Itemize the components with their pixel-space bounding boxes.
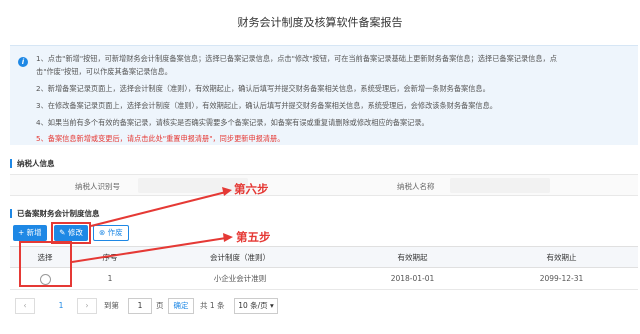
page-unit-label: 页 <box>156 301 164 310</box>
goto-page-input[interactable]: 1 <box>128 298 152 314</box>
goto-label: 到第 <box>104 301 119 310</box>
taxpayer-id-label: 纳税人识别号 <box>75 182 120 191</box>
records-section-title: 已备案财务会计制度信息 <box>10 209 100 218</box>
table-row[interactable]: 1 小企业会计准则 2018-01-01 2099-12-31 <box>10 268 638 290</box>
col-seq: 序号 <box>102 253 118 262</box>
row-seq: 1 <box>107 274 113 283</box>
table-header: 选择 序号 会计制度（准则） 有效期起 有效期止 <box>10 246 638 268</box>
prev-page-button[interactable]: ‹ <box>15 298 35 314</box>
notice-line-2: 2、新增备案记录页面上，选择会计制度（准则），有效期起止，确认后填写并提交财务备… <box>36 84 490 93</box>
notice-reset-link[interactable]: 5、备案信息新增或变更后，请点击此处"重置申报清册"，同步更新申报清册。 <box>36 134 284 144</box>
void-button[interactable]: ⊗ 作废 <box>93 225 129 241</box>
col-standard: 会计制度（准则） <box>210 253 270 262</box>
notice-line-1-cont: 击"作废"按钮，可以作废其备案记录信息。 <box>36 67 172 76</box>
add-button[interactable]: + 新增 <box>13 225 47 241</box>
goto-confirm-button[interactable]: 确定 <box>168 298 194 314</box>
notice-line-1: 1、点击"新增"按钮，可新增财务会计制度备案信息；选择已备案记录信息，点击"修改… <box>36 54 557 63</box>
total-count: 共 1 条 <box>200 301 225 310</box>
page-title: 财务会计制度及核算软件备案报告 <box>237 16 403 29</box>
step6-arrow-line <box>90 191 227 227</box>
select-column-highlight <box>19 241 72 287</box>
step6-annotation: 第六步 <box>234 182 269 196</box>
page-size-select[interactable]: 10 条/页 ▾ <box>234 298 278 314</box>
current-page-number[interactable]: 1 <box>54 298 68 314</box>
taxpayer-info-row: 纳税人识别号 纳税人名称 <box>10 174 638 196</box>
step5-annotation: 第五步 <box>236 230 271 244</box>
info-icon: i <box>18 57 28 67</box>
taxpayer-name-label: 纳税人名称 <box>397 182 435 191</box>
taxpayer-name-value <box>450 178 550 193</box>
notice-panel: i 1、点击"新增"按钮，可新增财务会计制度备案信息；选择已备案记录信息，点击"… <box>10 45 638 145</box>
row-start: 2018-01-01 <box>390 274 435 283</box>
next-page-button[interactable]: › <box>77 298 97 314</box>
notice-line-3: 3、在修改备案记录页面上，选择会计制度（准则），有效期起止，确认后填写并提交财务… <box>36 101 497 110</box>
taxpayer-section-title: 纳税人信息 <box>10 159 55 168</box>
row-end: 2099-12-31 <box>539 274 584 283</box>
notice-line-4: 4、如果当前有多个有效的备案记录，请核实是否确实需要多个备案记录，如备案有误或重… <box>36 118 429 127</box>
col-end: 有效期止 <box>546 253 577 262</box>
step5-arrow-head <box>223 233 233 242</box>
taxpayer-id-value <box>138 178 248 193</box>
row-standard: 小企业会计准则 <box>213 274 267 283</box>
col-start: 有效期起 <box>397 253 428 262</box>
